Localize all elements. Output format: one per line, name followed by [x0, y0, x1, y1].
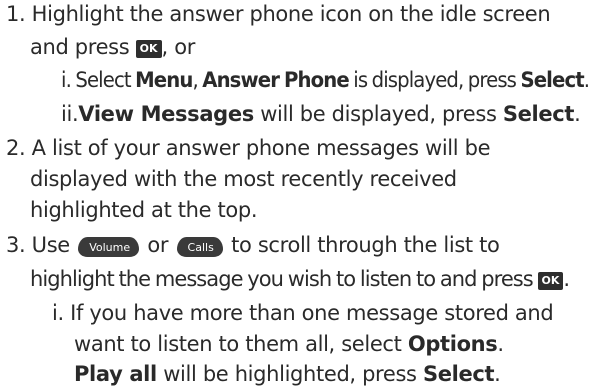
- step-3-text-2: highlight the message you wish to listen…: [30, 267, 538, 291]
- step-1-line-2: and press OK, or: [30, 34, 195, 60]
- sub-i-text-4: .: [583, 68, 590, 92]
- step-3-sub-i-text-2-end: .: [497, 332, 504, 356]
- select-term: Select: [502, 102, 575, 126]
- menu-term: Menu: [135, 68, 193, 92]
- sub-i-marker: i.: [61, 68, 72, 92]
- step-2-line-2: displayed with the most recently receive…: [30, 166, 457, 192]
- sub-i-text-2: ,: [192, 68, 203, 92]
- step-3-line-1: 3. Use ^ Volume or ^ Calls to scroll throu…: [6, 232, 500, 258]
- step-2-line-3: highlighted at the top.: [30, 197, 258, 223]
- step-2-line-1: 2. A list of your answer phone messages …: [6, 135, 491, 161]
- step-1-number: 1.: [6, 2, 26, 26]
- ok-key-icon: OK: [537, 272, 564, 290]
- select-term: Select: [520, 68, 584, 92]
- step-2-text-2: displayed with the most recently receive…: [30, 167, 457, 191]
- sub-i-text-3: is displayed, press: [348, 68, 521, 92]
- step-2-number: 2.: [6, 136, 26, 160]
- step-1-sub-ii: ii.View Messages will be displayed, pres…: [61, 101, 581, 127]
- step-3-use: Use: [31, 233, 77, 257]
- options-term: Options: [407, 332, 498, 356]
- step-3-or: or: [141, 233, 175, 257]
- step-3-sub-i-text-2: want to listen to them all, select: [74, 332, 408, 356]
- step-1-line-1: 1. Highlight the answer phone icon on th…: [6, 1, 551, 27]
- step-3-number: 3.: [6, 233, 26, 257]
- step-3-text-1: to scroll through the list to: [224, 233, 500, 257]
- sub-i-text-1: Select: [70, 68, 136, 92]
- step-1-text-2: and press: [30, 35, 136, 59]
- up-caret-icon: ^: [104, 232, 114, 243]
- step-1-text-2-end: , or: [161, 35, 196, 59]
- step-3-sub-i-line-3: Play all will be highlighted, press Sele…: [74, 361, 501, 387]
- volume-key-icon: ^ Volume: [78, 233, 140, 257]
- step-3-sub-i-line-2: want to listen to them all, select Optio…: [74, 331, 504, 357]
- ok-key-icon: OK: [135, 40, 162, 58]
- step-3-line-2: highlight the message you wish to listen…: [30, 266, 570, 292]
- sub-ii-text-2: .: [574, 102, 581, 126]
- step-3-sub-i-text-1: If you have more than one message stored…: [70, 301, 554, 325]
- play-all-term: Play all: [74, 362, 157, 386]
- step-3-sub-i-text-3: will be highlighted, press: [156, 362, 423, 386]
- step-2-text-1: A list of your answer phone messages wil…: [31, 136, 491, 160]
- sub-ii-text-1: will be displayed, press: [253, 102, 503, 126]
- step-3-sub-i-text-3-end: .: [494, 362, 501, 386]
- step-2-text-3: highlighted at the top.: [30, 198, 258, 222]
- calls-key-icon: ^ Calls: [176, 233, 223, 257]
- step-3-sub-i-marker: i.: [52, 301, 64, 325]
- step-1-sub-i: i. Select Menu, Answer Phone is displaye…: [61, 67, 590, 93]
- step-3-sub-i-line-1: i. If you have more than one message sto…: [52, 300, 554, 326]
- sub-ii-marker: ii.: [61, 102, 79, 126]
- step-3-text-2-end: .: [563, 267, 570, 291]
- answer-phone-term: Answer Phone: [202, 68, 349, 92]
- view-messages-term: View Messages: [78, 102, 254, 126]
- up-caret-icon: ^: [195, 232, 205, 243]
- instruction-document: 1. Highlight the answer phone icon on th…: [0, 0, 591, 390]
- select-term: Select: [422, 362, 495, 386]
- step-1-text: Highlight the answer phone icon on the i…: [31, 2, 551, 26]
